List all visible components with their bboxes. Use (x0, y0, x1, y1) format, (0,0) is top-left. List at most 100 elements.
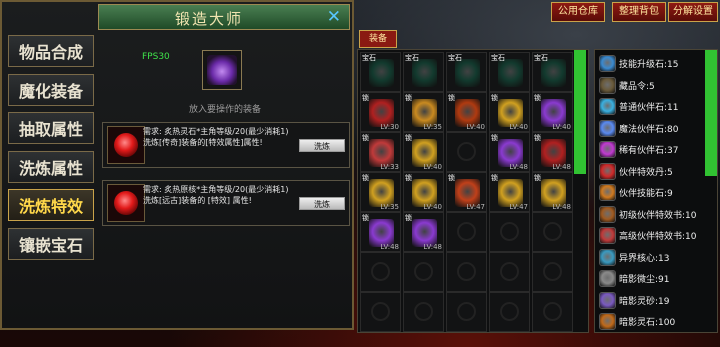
material-item[interactable]: 暗影微尘:91 (597, 269, 715, 289)
tab-item-synthesis[interactable]: 物品合成 (8, 35, 94, 67)
inventory-slot[interactable]: 锁 LV:48 (403, 212, 444, 252)
public-warehouse-button[interactable]: 公用仓库 (551, 2, 605, 22)
inventory-slot[interactable]: 宝石 (489, 52, 530, 92)
inventory-slot[interactable] (446, 212, 487, 252)
item-level: LV:47 (509, 203, 528, 211)
inventory-slot[interactable]: 锁 LV:35 (360, 172, 401, 212)
inventory-slot[interactable]: 宝石 (532, 52, 573, 92)
tab-enchant-equipment[interactable]: 魔化装备 (8, 73, 94, 106)
item-tag: 锁 (448, 94, 455, 102)
material-item[interactable]: 魔法伙伴石:80 (597, 119, 715, 139)
material-item[interactable]: 伙伴技能石:9 (597, 183, 715, 203)
tab-refine-attribute[interactable]: 洗炼属性 (8, 150, 94, 183)
inventory-slot[interactable] (489, 292, 530, 332)
inventory-slot[interactable]: 锁 LV:40 (446, 92, 487, 132)
material-icon (599, 205, 616, 223)
tab-inlay-gem[interactable]: 镶嵌宝石 (8, 227, 94, 260)
inventory-slot[interactable] (532, 212, 573, 252)
material-item[interactable]: 稀有伙伴石:37 (597, 140, 715, 160)
inventory-slot[interactable]: 锁 LV:48 (489, 132, 530, 172)
inventory-slot[interactable]: 锁 LV:35 (403, 92, 444, 132)
material-item[interactable]: 技能升级石:15 (597, 54, 715, 74)
material-label: 魔法伙伴石:80 (619, 124, 679, 135)
material-icon (599, 291, 616, 309)
slot-hint: 放入要操作的装备 (188, 105, 261, 115)
inventory-slot[interactable]: 锁 LV:48 (360, 212, 401, 252)
inventory-slot[interactable]: 锁 LV:48 (532, 172, 573, 212)
content-area: FPS30 放入要操作的装备 需求: 炙热灵石*主角等级/20(最少消耗1) 洗… (98, 34, 352, 328)
material-label: 技能升级石:15 (619, 60, 679, 70)
inventory-slot[interactable] (360, 292, 401, 332)
item-level: LV:40 (423, 163, 442, 171)
item-level: LV:48 (380, 243, 399, 251)
sort-bag-button[interactable]: 整理背包 (612, 2, 666, 22)
tab-extract-attribute[interactable]: 抽取属性 (8, 112, 94, 144)
item-tag: 锁 (448, 174, 455, 182)
recipe-description: 洗炼[传奇]装备的[特效属性]属性! (143, 138, 263, 147)
tab-refine-effect[interactable]: 洗炼特效 (8, 189, 94, 221)
material-item[interactable]: 异界核心:13 (597, 248, 715, 268)
inventory-grid: 宝石 宝石 宝石 宝石 宝石锁 LV:30 锁 LV:35 锁 LV:40 锁 LV:40 锁 LV:40… (357, 49, 589, 333)
inventory-slot[interactable] (446, 292, 487, 332)
inventory-slot[interactable] (489, 212, 530, 252)
inventory-slot[interactable]: 锁 LV:48 (532, 132, 573, 172)
material-icon (599, 119, 616, 137)
inventory-slot[interactable] (403, 292, 444, 332)
inventory-slot[interactable] (360, 252, 401, 292)
item-level: LV:33 (380, 163, 399, 171)
material-label: 暗影灵石:100 (619, 318, 676, 328)
material-icon (599, 313, 616, 330)
inventory-slot[interactable]: 锁 LV:30 (360, 92, 401, 132)
material-label: 高级伙伴特效书:10 (619, 232, 697, 242)
inventory-slot[interactable]: 锁 LV:47 (446, 172, 487, 212)
decompose-settings-button[interactable]: 分解设置 (668, 2, 718, 22)
item-level: LV:47 (466, 203, 485, 211)
material-item[interactable]: 普通伙伴石:11 (597, 97, 715, 117)
item-level: LV:40 (466, 123, 485, 131)
inventory-slot[interactable]: 宝石 (403, 52, 444, 92)
material-label: 伙伴特效丹:5 (619, 167, 673, 178)
inventory-slot[interactable] (446, 252, 487, 292)
item-tag: 锁 (405, 134, 412, 142)
recipe-row: 需求: 炙热原核*主角等级/20(最少消耗1) 洗炼[远古]装备的 [特效] 属… (102, 180, 350, 226)
inventory-slot[interactable] (532, 292, 573, 332)
item-icon (455, 59, 480, 87)
inventory-slot[interactable] (489, 252, 530, 292)
inventory-slot[interactable]: 宝石 (446, 52, 487, 92)
item-tag: 锁 (405, 94, 412, 102)
inventory-scrollbar[interactable] (574, 50, 586, 174)
material-item[interactable]: 藏品令:5 (597, 76, 715, 96)
item-level: LV:35 (380, 203, 399, 211)
inventory-slot[interactable] (532, 252, 573, 292)
inventory-slot[interactable] (446, 132, 487, 172)
inventory-slot[interactable]: 锁 LV:40 (532, 92, 573, 132)
inventory-slot[interactable]: 宝石 (360, 52, 401, 92)
inventory-slot[interactable]: 锁 LV:47 (489, 172, 530, 212)
refine-button[interactable]: 洗炼 (299, 197, 345, 210)
material-icon (599, 270, 616, 287)
inventory-slot[interactable]: 锁 LV:33 (360, 132, 401, 172)
refine-button[interactable]: 洗炼 (299, 139, 345, 152)
item-tag: 锁 (405, 214, 412, 222)
material-item[interactable]: 高级伙伴特效书:10 (597, 226, 715, 246)
material-item[interactable]: 暗影灵石:100 (597, 312, 715, 332)
inventory-slot[interactable]: 锁 LV:40 (489, 92, 530, 132)
material-icon (599, 227, 616, 244)
material-list: 技能升级石:15 藏品令:5 普通伙伴石:11 魔法伙伴石:80 稀有伙伴石:37 伙伴特… (594, 49, 718, 333)
red-core-icon (107, 184, 145, 222)
item-tag: 宝石 (362, 54, 376, 62)
material-item[interactable]: 伙伴特效丹:5 (597, 162, 715, 182)
item-tag: 宝石 (534, 54, 548, 62)
material-item[interactable]: 暗影灵砂:19 (597, 291, 715, 311)
material-item[interactable]: 初级伙伴特效书:10 (597, 205, 715, 225)
inventory-slot[interactable]: 锁 LV:40 (403, 172, 444, 212)
material-label: 异界核心:13 (619, 253, 670, 264)
empty-slot-icon (500, 262, 519, 281)
inventory-slot[interactable] (403, 252, 444, 292)
inventory-slot[interactable]: 锁 LV:40 (403, 132, 444, 172)
material-icon (599, 141, 616, 158)
equipment-slot[interactable] (202, 50, 242, 90)
tab-equipment[interactable]: 装备 (359, 30, 397, 48)
close-icon[interactable]: ✕ (327, 7, 341, 27)
item-level: LV:40 (423, 203, 442, 211)
